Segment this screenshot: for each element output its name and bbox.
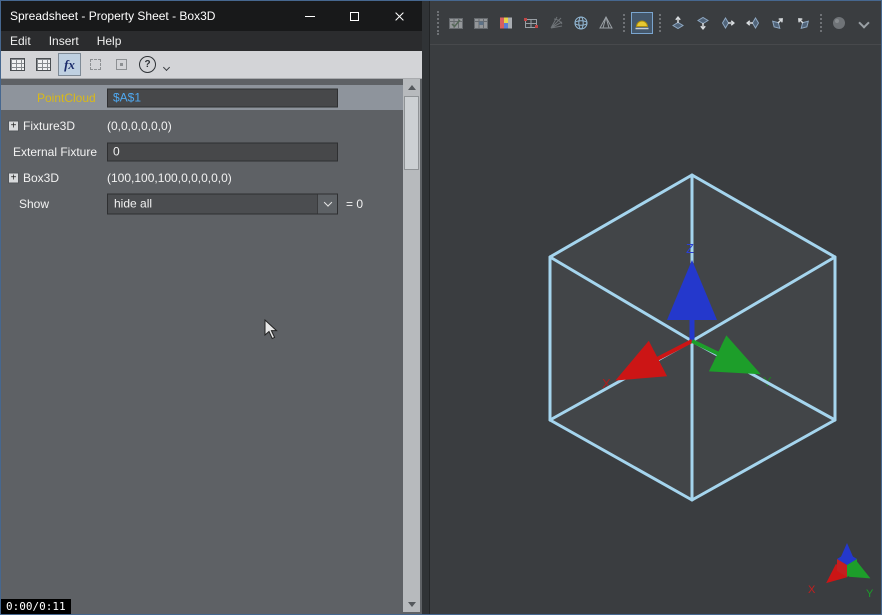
external-fixture-label: External Fixture bbox=[13, 145, 97, 159]
toolbar-separator bbox=[820, 14, 822, 32]
property-row-show[interactable]: Show hide all = 0 bbox=[1, 191, 403, 216]
view-panel: X Y Z X Y bbox=[429, 1, 882, 614]
vertical-scrollbar[interactable] bbox=[403, 79, 420, 612]
expand-plus-icon[interactable]: + bbox=[8, 172, 19, 183]
toolbar: fx ? bbox=[1, 51, 422, 79]
expand-view-icon[interactable] bbox=[110, 53, 133, 76]
grid-glyph bbox=[10, 58, 25, 71]
box3d-label: Box3D bbox=[23, 171, 59, 185]
property-row-box3d[interactable]: + Box3D (100,100,100,0,0,0,0,0) bbox=[1, 165, 403, 190]
corners-glyph bbox=[116, 59, 127, 70]
minimize-icon bbox=[305, 16, 315, 17]
chevron-down-icon bbox=[323, 198, 331, 206]
table-grid-icon[interactable] bbox=[32, 53, 55, 76]
view-plane-bottom-icon[interactable] bbox=[692, 12, 714, 34]
viewport-toolbar-overflow-icon[interactable] bbox=[853, 12, 875, 34]
external-fixture-value: 0 bbox=[113, 145, 120, 159]
grid-markers-icon[interactable] bbox=[520, 12, 542, 34]
show-result-value: = 0 bbox=[346, 197, 363, 211]
property-sheet: PointCloud $A$1 + Fixture3D (0,0,0,0,0,0… bbox=[1, 79, 403, 614]
3d-viewport[interactable]: X Y Z X Y bbox=[430, 45, 882, 614]
cells-check-icon[interactable] bbox=[445, 12, 467, 34]
view-plane-top-icon[interactable] bbox=[667, 12, 689, 34]
playback-time-badge: 0:00/0:11 bbox=[1, 599, 71, 614]
z-axis-label: Z bbox=[686, 241, 694, 256]
view-plane-front-icon[interactable] bbox=[717, 12, 739, 34]
close-icon bbox=[394, 11, 405, 22]
property-row-fixture3d[interactable]: + Fixture3D (0,0,0,0,0,0) bbox=[1, 113, 403, 138]
fx-glyph: fx bbox=[64, 58, 75, 71]
menu-help[interactable]: Help bbox=[88, 34, 131, 48]
surface-fan-icon[interactable] bbox=[545, 12, 567, 34]
dropdown-arrow-button[interactable] bbox=[317, 194, 337, 213]
view-plane-back-icon[interactable] bbox=[742, 12, 764, 34]
scroll-down-button[interactable] bbox=[403, 596, 420, 612]
toolbar-separator bbox=[623, 14, 625, 32]
toolbar-overflow-chevron[interactable] bbox=[164, 57, 169, 75]
menu-edit[interactable]: Edit bbox=[1, 34, 40, 48]
function-fx-icon[interactable]: fx bbox=[58, 53, 81, 76]
cells-region-icon[interactable] bbox=[470, 12, 492, 34]
property-sheet-window: Spreadsheet - Property Sheet - Box3D Edi… bbox=[1, 1, 422, 614]
menu-insert[interactable]: Insert bbox=[40, 34, 88, 48]
expand-plus-icon[interactable]: + bbox=[8, 120, 19, 131]
application-window: Spreadsheet - Property Sheet - Box3D Edi… bbox=[0, 0, 882, 615]
color-scale-icon[interactable] bbox=[495, 12, 517, 34]
help-icon[interactable]: ? bbox=[136, 53, 159, 76]
scroll-up-button[interactable] bbox=[403, 79, 420, 95]
close-button[interactable] bbox=[377, 1, 422, 31]
spreadsheet-grid-icon[interactable] bbox=[6, 53, 29, 76]
fixture3d-label: Fixture3D bbox=[23, 119, 75, 133]
gizmo-y-label: Y bbox=[866, 588, 874, 600]
toolbar-separator bbox=[659, 14, 661, 32]
pointcloud-cell-reference-input[interactable]: $A$1 bbox=[107, 88, 338, 107]
triangle-down-icon bbox=[408, 602, 416, 607]
maximize-icon bbox=[350, 12, 359, 21]
maximize-button[interactable] bbox=[332, 1, 377, 31]
view-plane-left-icon[interactable] bbox=[767, 12, 789, 34]
toolbar-drag-handle[interactable] bbox=[437, 11, 439, 35]
viewport-toolbar bbox=[430, 1, 882, 45]
triangle-up-icon bbox=[408, 85, 416, 90]
cone-icon[interactable] bbox=[595, 12, 617, 34]
shaded-sphere-icon[interactable] bbox=[828, 12, 850, 34]
marquee-glyph bbox=[90, 59, 101, 70]
menu-bar: Edit Insert Help bbox=[1, 31, 422, 51]
chevron-down-icon bbox=[858, 17, 869, 28]
view-plane-right-icon[interactable] bbox=[792, 12, 814, 34]
window-title: Spreadsheet - Property Sheet - Box3D bbox=[1, 9, 287, 23]
property-row-pointcloud[interactable]: PointCloud $A$1 bbox=[1, 85, 403, 110]
cell-reference-value: $A$1 bbox=[113, 91, 141, 105]
question-glyph: ? bbox=[139, 56, 156, 73]
chevron-down-icon bbox=[163, 64, 170, 71]
box3d-value: (100,100,100,0,0,0,0,0) bbox=[107, 171, 232, 185]
gizmo-x-label: X bbox=[808, 584, 816, 596]
orientation-gizmo[interactable]: X Y bbox=[808, 548, 874, 600]
fixture3d-value: (0,0,0,0,0,0) bbox=[107, 119, 172, 133]
show-dropdown-value: hide all bbox=[108, 197, 317, 211]
show-label: Show bbox=[19, 197, 49, 211]
show-dropdown[interactable]: hide all bbox=[107, 193, 338, 214]
title-bar[interactable]: Spreadsheet - Property Sheet - Box3D bbox=[1, 1, 422, 31]
pointcloud-label: PointCloud bbox=[37, 91, 96, 105]
minimize-button[interactable] bbox=[287, 1, 332, 31]
sphere-grid-icon[interactable] bbox=[570, 12, 592, 34]
grid-glyph bbox=[36, 58, 51, 71]
scrollbar-thumb[interactable] bbox=[404, 96, 419, 170]
dome-light-icon[interactable] bbox=[631, 12, 653, 34]
external-fixture-input[interactable]: 0 bbox=[107, 142, 338, 161]
zoom-region-icon[interactable] bbox=[84, 53, 107, 76]
property-row-external-fixture[interactable]: External Fixture 0 bbox=[1, 139, 403, 164]
